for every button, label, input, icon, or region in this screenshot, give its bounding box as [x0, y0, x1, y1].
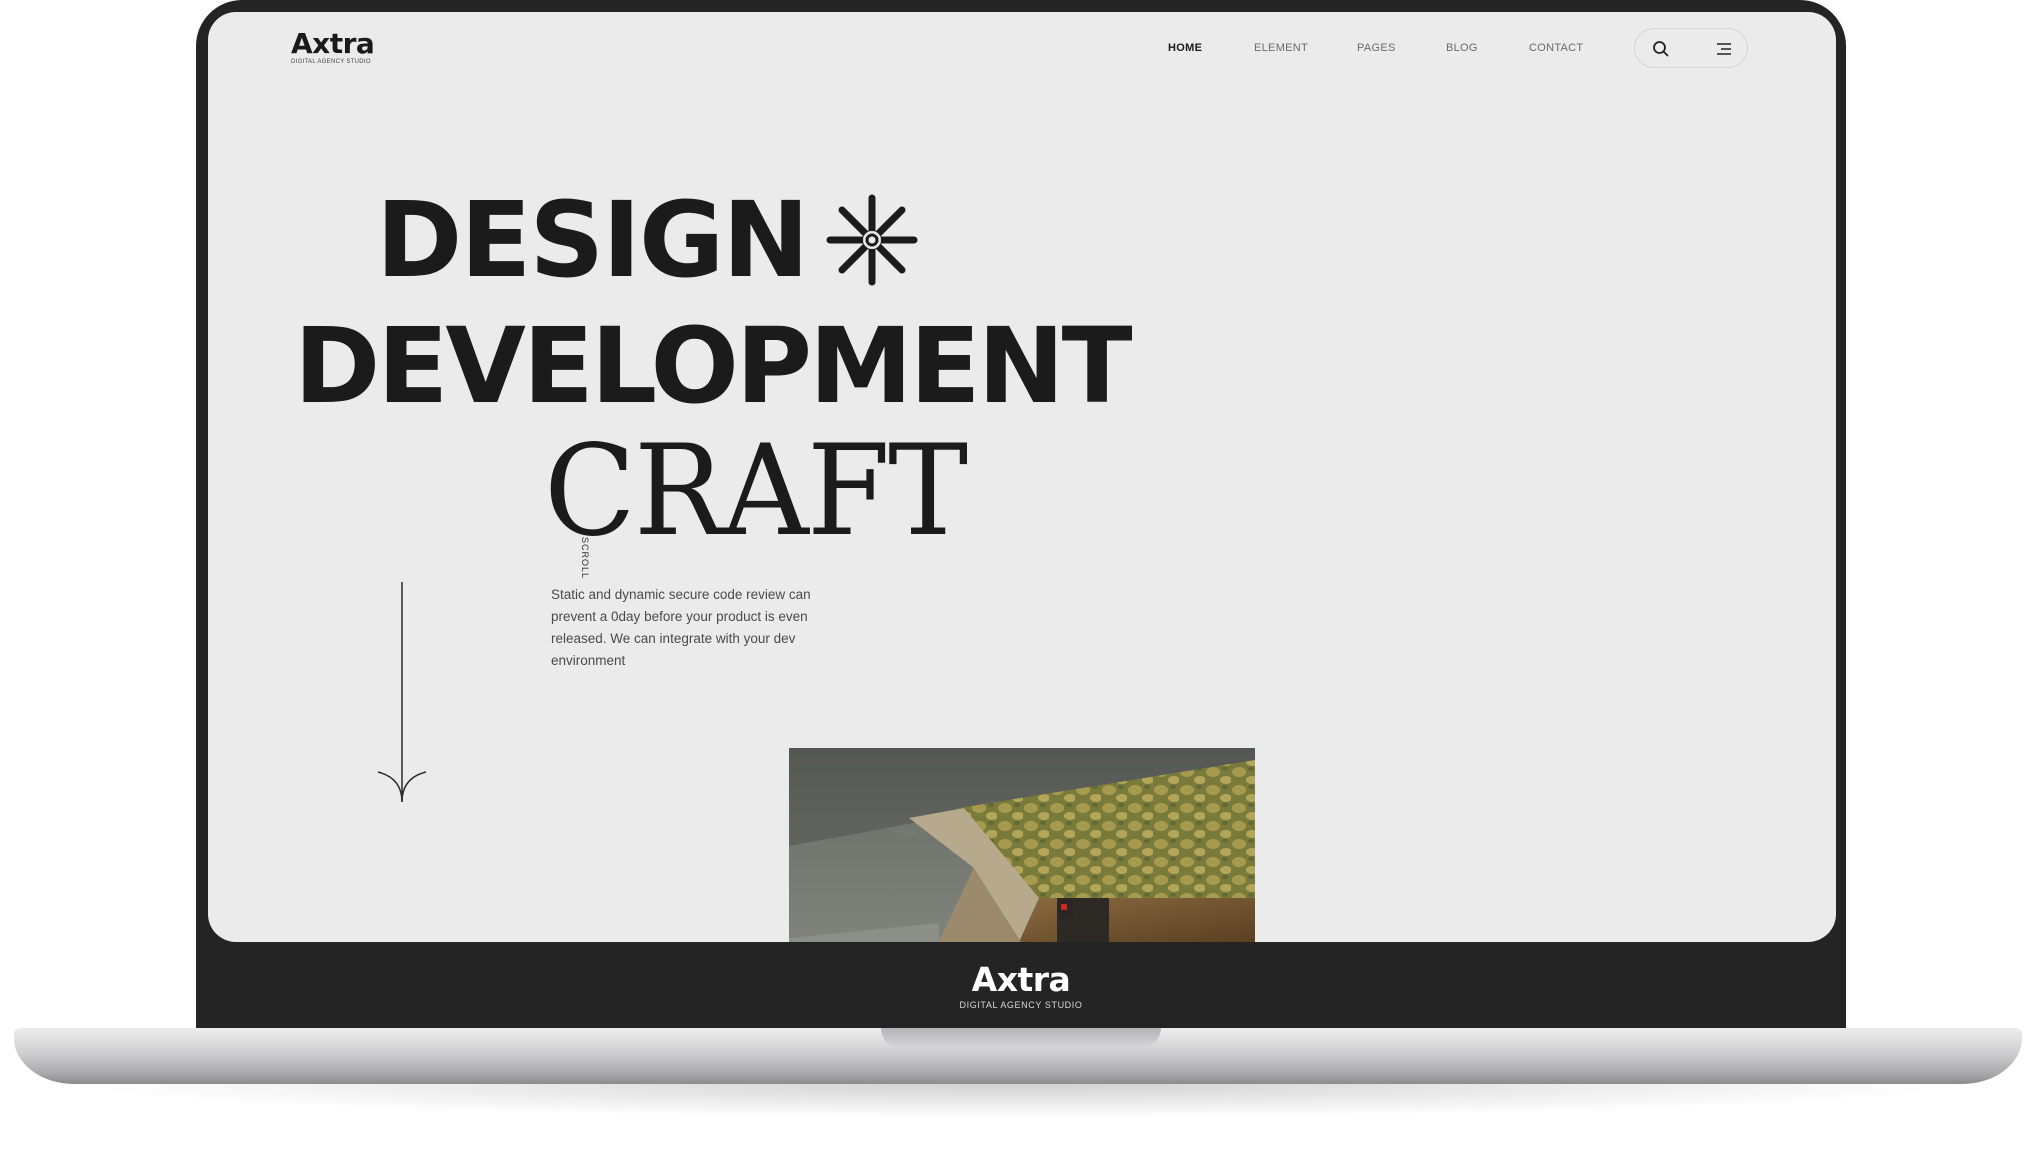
nav-contact[interactable]: CONTACT: [1529, 42, 1583, 54]
menu-icon[interactable]: [1713, 39, 1733, 59]
scroll-down-arrow-icon[interactable]: [374, 582, 430, 822]
laptop-notch: [881, 1028, 1161, 1048]
hero-image: [789, 748, 1255, 942]
hero-heading-development: DEVELOPMENT: [294, 305, 1133, 427]
scroll-label[interactable]: SCROLL: [580, 537, 590, 579]
laptop-chin: Axtra DIGITAL AGENCY STUDIO: [196, 942, 1846, 1030]
hero-heading-craft: CRAFT: [544, 418, 968, 565]
asterisk-icon: [826, 194, 918, 286]
nav-blog[interactable]: BLOG: [1446, 42, 1478, 54]
main-nav: HOME ELEMENT PAGES BLOG CONTACT: [208, 42, 1836, 62]
nav-element[interactable]: ELEMENT: [1254, 42, 1308, 54]
chin-logo: Axtra: [971, 959, 1071, 999]
hero-description: Static and dynamic secure code review ca…: [551, 587, 811, 668]
chin-tagline: DIGITAL AGENCY STUDIO: [959, 999, 1083, 1010]
nav-pages[interactable]: PAGES: [1357, 42, 1396, 54]
hero-heading-design: DESIGN: [376, 179, 809, 301]
laptop-shadow: [60, 1084, 1976, 1118]
nav-home[interactable]: HOME: [1168, 42, 1202, 54]
search-icon[interactable]: [1651, 39, 1671, 59]
website-screen: Axtra DIGITAL AGENCY STUDIO HOME ELEMENT…: [208, 12, 1836, 942]
nav-actions: [1634, 28, 1748, 68]
